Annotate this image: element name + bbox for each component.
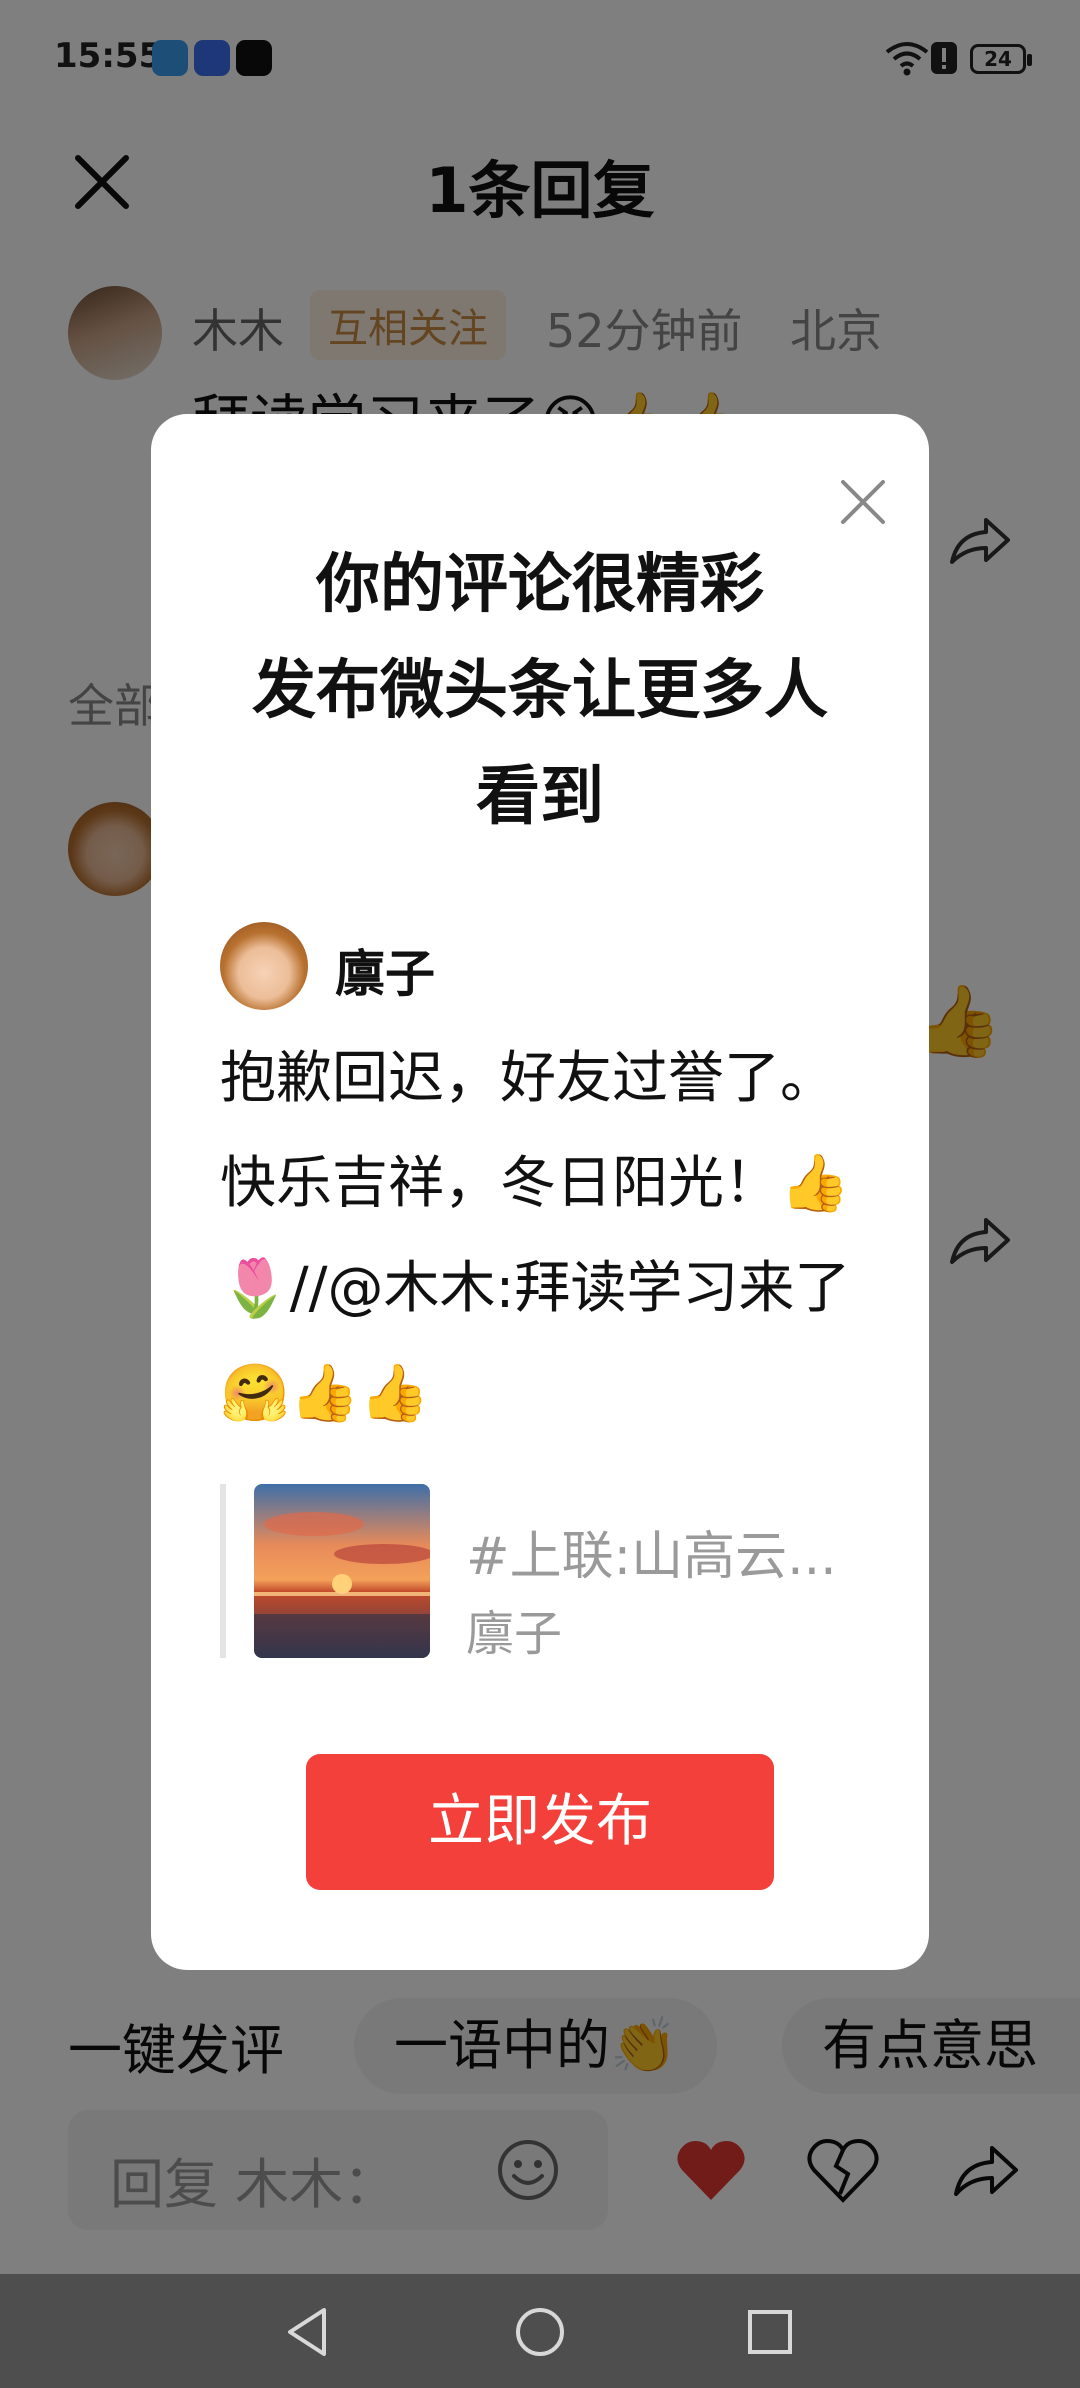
dialog-title-line: 你的评论很精彩 (316, 548, 764, 622)
quoted-post[interactable]: #上联:山高云... 廪子 (220, 1484, 870, 1662)
dialog-title: 你的评论很精彩 发布微头条让更多人 看到 (151, 532, 929, 850)
dialog-title-line: 发布微头条让更多人 (252, 654, 828, 728)
dialog-title-line: 看到 (476, 760, 604, 834)
recents-icon[interactable] (740, 2302, 800, 2362)
dialog-author: 廪子 (335, 945, 435, 1003)
dialog-close-icon[interactable] (837, 476, 889, 528)
publish-dialog: 你的评论很精彩 发布微头条让更多人 看到 廪子 抱歉回迟，好友过誉了。快乐吉祥，… (151, 414, 929, 1970)
sunset-image (254, 1484, 430, 1658)
back-icon[interactable] (278, 2302, 338, 2362)
dialog-comment-text: 抱歉回迟，好友过誉了。快乐吉祥，冬日阳光！👍🌷//@木木:拜读学习来了🤗👍👍 (220, 1046, 851, 1426)
quoted-post-author: 廪子 (466, 1606, 563, 1662)
quoted-post-title: #上联:山高云... (466, 1527, 837, 1587)
quoted-post-thumbnail (254, 1484, 430, 1658)
publish-button[interactable]: 立即发布 (306, 1754, 774, 1890)
home-icon[interactable] (510, 2302, 570, 2362)
system-nav-bar (0, 2274, 1080, 2388)
avatar (220, 922, 308, 1010)
